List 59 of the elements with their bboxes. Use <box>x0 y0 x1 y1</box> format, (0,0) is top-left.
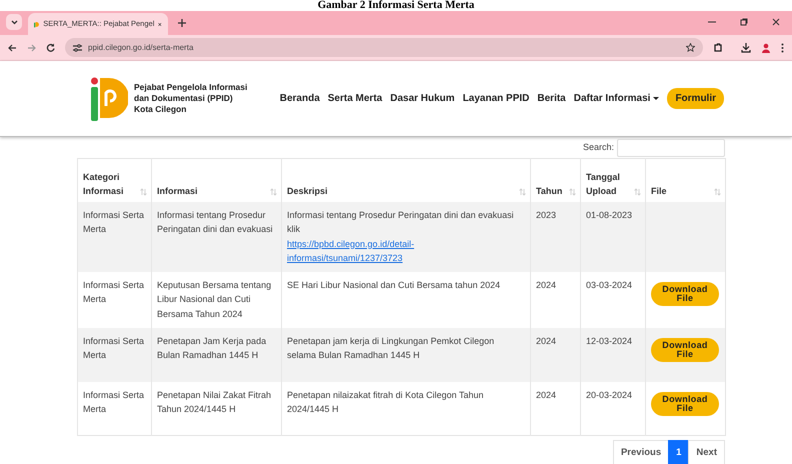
description-text: Informasi tentang Prosedur Peringatan dini dan evakuasi klik https://bpbd.cilegon.go.id/detail-informasi/tsunami/1237/3723 <box>287 208 525 266</box>
table-cell: 12-03-2024 <box>580 328 646 382</box>
new-tab-icon[interactable] <box>178 19 186 27</box>
caret-icon <box>10 20 18 24</box>
table-cell: 2024 <box>530 382 580 436</box>
description-link[interactable]: https://bpbd.cilegon.go.id/detail-informasi/tsunami/1237/3723 <box>287 236 525 266</box>
nav-link[interactable]: Berita <box>537 91 566 106</box>
caption: Gambar 2 Informasi Serta Merta <box>318 0 474 11</box>
description-text: Penetapan jam kerja di Lingkungan Pemkot Cilegon selama Bulan Ramadhan 1445 H <box>287 334 496 362</box>
close-tab-icon[interactable] <box>158 20 162 28</box>
download-file-button[interactable]: Download File <box>651 282 719 306</box>
table-cell: Penetapan Jam Kerja pada Bulan Ramadhan 1445 H <box>152 328 282 382</box>
extensions-icon[interactable] <box>713 42 723 52</box>
column-label: File <box>651 186 667 196</box>
caret-icon <box>653 96 660 100</box>
download-file-button[interactable]: Download File <box>651 392 719 416</box>
description-text: SE Hari Libur Nasional dan Cuti Bersama tahun 2024 <box>287 278 502 292</box>
description-text: Penetapan nilaizakat fitrah di Kota Cilegon Tahun 2024/1445 H <box>287 388 484 416</box>
bookmark-star-icon[interactable] <box>686 43 695 52</box>
site-settings-icon[interactable] <box>73 44 82 52</box>
back-icon[interactable] <box>8 44 17 52</box>
nav-link[interactable]: Beranda <box>280 91 320 106</box>
previous-button[interactable]: Previous <box>612 440 670 464</box>
table-cell: 20-03-2024 <box>580 382 646 436</box>
reload-icon[interactable] <box>46 43 55 52</box>
nav-dropdown[interactable]: Daftar Informasi <box>574 91 660 106</box>
column-label: Kategori Informasi <box>83 172 124 196</box>
next-button[interactable]: Next <box>688 440 725 464</box>
nav-link[interactable]: Dasar Hukum <box>390 91 455 106</box>
table-cell: 2023 <box>530 202 580 272</box>
logo-icon <box>90 76 128 122</box>
column-label: Tanggal Upload <box>586 172 620 196</box>
address-bar[interactable]: ppid.cilegon.go.id/serta-merta <box>65 38 703 57</box>
menu-icon[interactable] <box>781 42 784 52</box>
table-cell: Informasi Serta Merta <box>78 382 152 436</box>
nav-link[interactable]: Serta Merta <box>328 91 382 106</box>
table-cell: Informasi Serta Merta <box>78 328 152 382</box>
search-label: Search: <box>582 141 614 154</box>
url-text: ppid.cilegon.go.id/serta-merta <box>88 42 194 54</box>
site-name: Pejabat Pengelola Informasi dan Dokumentasi (PPID) Kota Cilegon <box>134 82 248 115</box>
search-field[interactable] <box>617 139 725 157</box>
table-cell: 2024 <box>530 328 580 382</box>
tab-search-button[interactable] <box>6 14 22 30</box>
close-icon[interactable] <box>772 18 780 26</box>
column-label: Tahun <box>536 186 562 196</box>
table-cell: 01-08-2023 <box>580 202 646 272</box>
formulir-button[interactable]: Formulir <box>667 88 724 109</box>
table-cell: Informasi tentang Prosedur Peringatan dini dan evakuasi <box>152 202 282 272</box>
download-file-button[interactable]: Download File <box>651 338 719 362</box>
minimize-icon[interactable] <box>708 21 716 23</box>
table-cell: Penetapan Nilai Zakat Fitrah Tahun 2024/1445 H <box>152 382 282 436</box>
download-icon[interactable] <box>741 42 751 52</box>
nav-link[interactable]: Layanan PPID <box>462 91 530 106</box>
column-label: Informasi <box>157 186 198 196</box>
column-label: Deskripsi <box>287 186 328 196</box>
page-button[interactable]: 1 <box>668 440 690 464</box>
table-cell: Informasi Serta Merta <box>78 202 152 272</box>
restore-icon[interactable] <box>740 18 748 26</box>
profile-icon[interactable] <box>761 42 771 52</box>
